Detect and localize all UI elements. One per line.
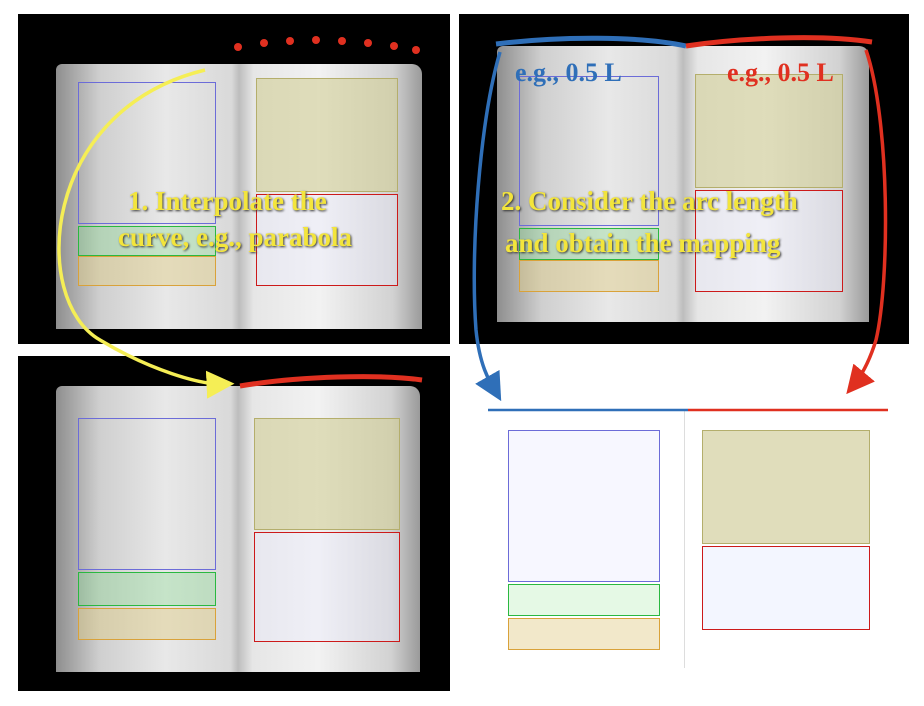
sample-point <box>364 39 372 47</box>
sample-point <box>338 37 346 45</box>
sample-point <box>234 43 242 51</box>
sample-point <box>260 39 268 47</box>
sample-point <box>312 36 320 44</box>
arc-blue-curve <box>495 35 687 49</box>
interpolated-curve <box>239 374 423 389</box>
sample-point <box>390 42 398 50</box>
red-arrow <box>846 49 888 395</box>
arc-red-curve <box>685 35 873 49</box>
sample-points <box>234 36 420 54</box>
blue-arrow <box>472 51 502 402</box>
yellow-arrow <box>57 68 235 399</box>
overlay <box>57 35 888 412</box>
sample-point <box>286 37 294 45</box>
sample-point <box>412 46 420 54</box>
